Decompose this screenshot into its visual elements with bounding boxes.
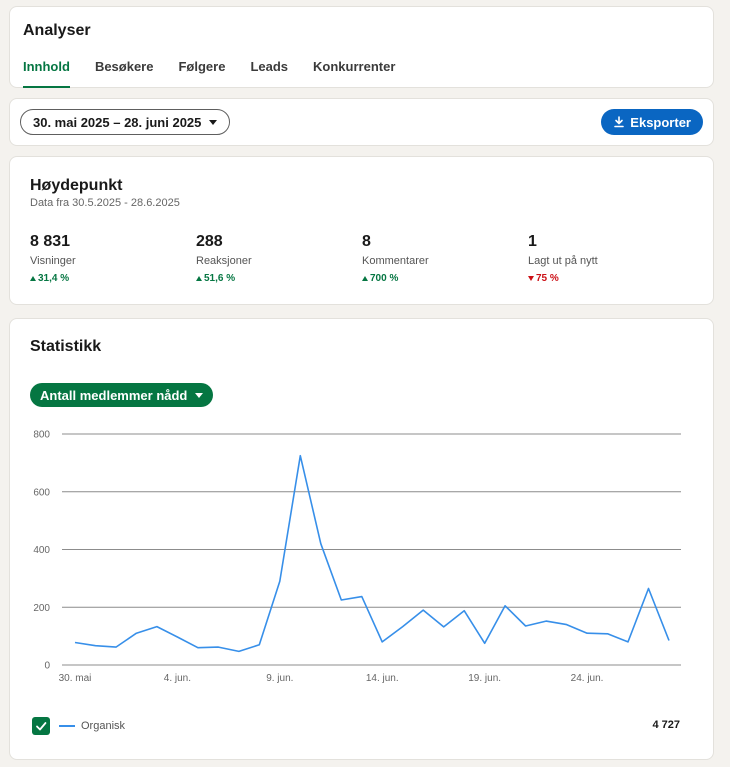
date-range-label: 30. mai 2025 – 28. juni 2025 <box>33 114 202 130</box>
highlights-card: Høydepunkt Data fra 30.5.2025 - 28.6.202… <box>9 156 714 305</box>
y-tick-label: 0 <box>44 661 50 672</box>
toolbar-card: 30. mai 2025 – 28. juni 2025 Eksporter <box>9 98 714 146</box>
x-tick-label: 30. mai <box>59 673 92 684</box>
tab-leads[interactable]: Leads <box>250 59 288 88</box>
tab-konkurrenter[interactable]: Konkurrenter <box>313 59 395 88</box>
metric-value: 1 <box>528 233 537 250</box>
metric-label: Lagt ut på nytt <box>528 255 598 267</box>
tab-besokere[interactable]: Besøkere <box>95 59 154 88</box>
metric-change: 51,6 % <box>196 273 356 284</box>
tab-folgere[interactable]: Følgere <box>178 59 225 88</box>
export-button[interactable]: Eksporter <box>601 109 703 135</box>
metric-views: 8 831 Visninger 31,4 % <box>30 233 190 284</box>
metric-change-value: 51,6 % <box>204 273 236 284</box>
y-tick-label: 800 <box>33 430 50 441</box>
metric-comments: 8 Kommentarer 700 % <box>362 233 522 284</box>
y-tick-label: 400 <box>33 545 50 556</box>
check-icon <box>36 722 47 731</box>
tab-innhold[interactable]: Innhold <box>23 59 70 88</box>
metric-change-value: 75 % <box>536 273 559 284</box>
metric-label: Visninger <box>30 255 76 267</box>
metric-change-value: 31,4 % <box>38 273 70 284</box>
highlights-title: Høydepunkt <box>30 177 123 194</box>
metric-change-value: 700 % <box>370 273 399 284</box>
tab-bar: Innhold Besøkere Følgere Leads Konkurren… <box>23 59 420 88</box>
x-tick-label: 24. jun. <box>571 673 604 684</box>
statistics-card: Statistikk Antall medlemmer nådd 0 200 400… <box>9 318 714 760</box>
metric-change: 31,4 % <box>30 273 190 284</box>
export-label: Eksporter <box>630 114 691 130</box>
caret-down-icon <box>209 119 218 125</box>
arrow-down-icon <box>528 276 534 281</box>
line-chart: 0 200 400 600 800 30. mai 4. jun. 9. jun. 14. ju… <box>33 430 681 684</box>
metric-change: 700 % <box>362 273 522 284</box>
metric-value: 288 <box>196 233 223 250</box>
legend-label: Organisk <box>81 720 126 732</box>
series-total: 4 727 <box>652 719 680 731</box>
metric-reactions: 288 Reaksjoner 51,6 % <box>196 233 356 284</box>
series-line-organisk <box>74 454 670 653</box>
x-tick-label: 9. jun. <box>266 673 293 684</box>
legend-line-swatch <box>59 725 75 727</box>
arrow-up-icon <box>30 276 36 281</box>
arrow-up-icon <box>362 276 368 281</box>
date-range-dropdown[interactable]: 30. mai 2025 – 28. juni 2025 <box>20 109 231 135</box>
arrow-up-icon <box>196 276 202 281</box>
metric-change: 75 % <box>528 273 688 284</box>
highlights-subtitle: Data fra 30.5.2025 - 28.6.2025 <box>30 197 180 209</box>
y-tick-label: 200 <box>33 603 50 614</box>
metric-value: 8 831 <box>30 233 71 250</box>
metric-reposts: 1 Lagt ut på nytt 75 % <box>528 233 688 284</box>
metric-label: Reaksjoner <box>196 255 252 267</box>
x-tick-label: 4. jun. <box>164 673 191 684</box>
metric-value: 8 <box>362 233 371 250</box>
y-tick-label: 600 <box>33 487 50 498</box>
download-icon <box>614 116 625 128</box>
analytics-header-card: Analyser Innhold Besøkere Følgere Leads … <box>9 6 714 88</box>
page-title: Analyser <box>23 22 91 39</box>
x-tick-label: 14. jun. <box>366 673 399 684</box>
legend-checkbox[interactable] <box>32 717 50 735</box>
x-tick-label: 19. jun. <box>468 673 501 684</box>
chart-legend: Organisk <box>32 717 125 735</box>
metric-label: Kommentarer <box>362 255 429 267</box>
